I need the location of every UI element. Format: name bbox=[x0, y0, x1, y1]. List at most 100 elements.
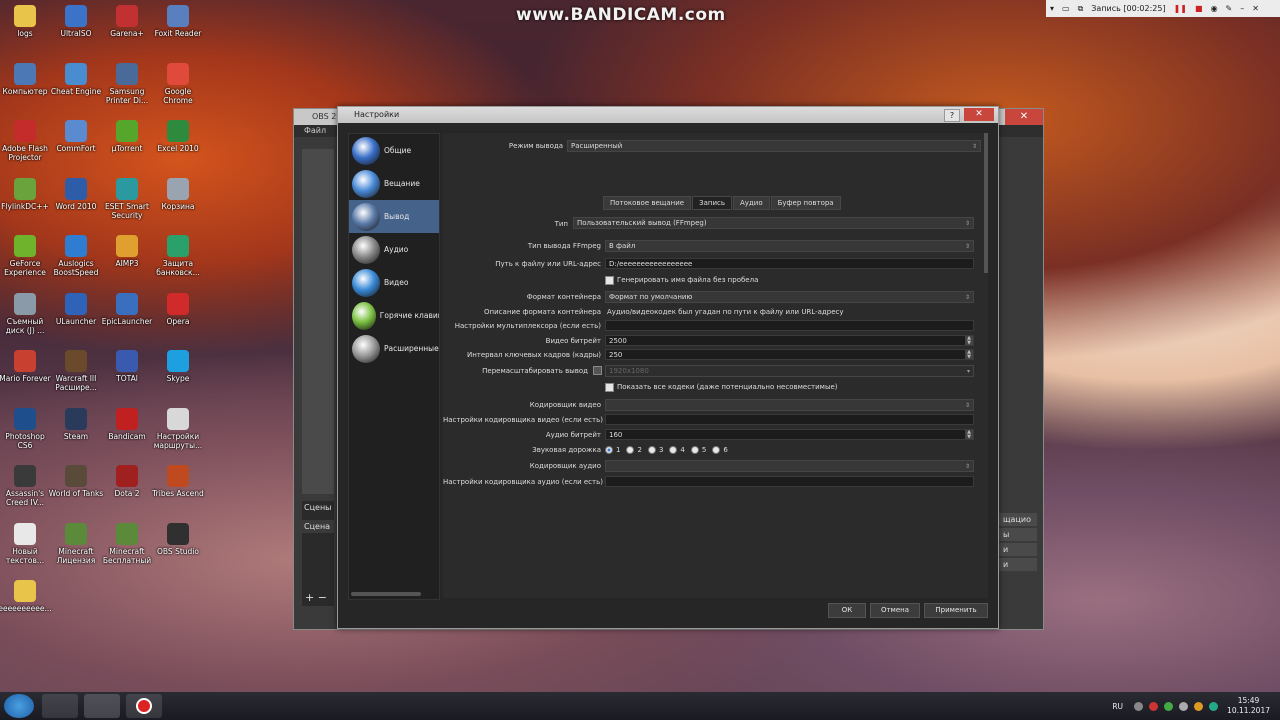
output-mode-select[interactable]: Расширенный ⇕ bbox=[567, 140, 981, 152]
radio-track-3[interactable] bbox=[647, 445, 656, 454]
desktop-icon[interactable]: Auslogics BoostSpeed bbox=[48, 235, 104, 277]
desktop-icon[interactable]: Foxit Reader bbox=[150, 5, 206, 38]
desktop-icon[interactable]: GeForce Experience bbox=[0, 235, 53, 277]
radio-track-5[interactable] bbox=[690, 445, 699, 454]
content-scrollbar[interactable] bbox=[984, 133, 988, 273]
radio-track-1[interactable] bbox=[605, 445, 613, 454]
taskbar-obs-icon[interactable] bbox=[84, 694, 120, 718]
sidebar-item[interactable]: Расширенные bbox=[349, 332, 439, 365]
tab-replay-buffer[interactable]: Буфер повтора bbox=[770, 196, 841, 210]
desktop-icon[interactable]: Съемный диск (J) ... bbox=[0, 292, 53, 335]
ok-button[interactable]: ОК bbox=[828, 603, 866, 618]
minimize-icon[interactable]: – bbox=[1240, 4, 1244, 13]
bandicam-tray-icon[interactable] bbox=[1149, 701, 1159, 711]
desktop-icon[interactable]: Google Chrome bbox=[150, 62, 206, 105]
add-scene-icon[interactable]: + − bbox=[305, 591, 327, 604]
desktop-icon[interactable]: AIMP3 bbox=[99, 235, 155, 268]
scene-item[interactable]: Сцена bbox=[302, 520, 334, 533]
network-icon[interactable] bbox=[1134, 701, 1144, 711]
desktop-icon[interactable]: Steam bbox=[48, 407, 104, 441]
close-icon[interactable]: ✕ bbox=[1252, 4, 1259, 13]
desktop-icon[interactable]: Excel 2010 bbox=[150, 120, 206, 153]
desktop-icon[interactable]: EpicLauncher bbox=[99, 292, 155, 326]
taskbar-explorer-icon[interactable] bbox=[42, 694, 78, 718]
cancel-button[interactable]: Отмена bbox=[870, 603, 920, 618]
sidebar-item[interactable]: Вещание bbox=[349, 167, 439, 200]
radio-track-4[interactable] bbox=[669, 445, 678, 454]
desktop-icon[interactable]: Cheat Engine bbox=[48, 62, 104, 96]
volume-icon[interactable] bbox=[1179, 701, 1189, 711]
ffmpeg-type-select[interactable]: В файл ⇕ bbox=[605, 240, 974, 252]
desktop-icon[interactable]: Assassin's Creed IV... bbox=[0, 465, 53, 507]
mux-input[interactable] bbox=[605, 320, 974, 331]
desktop-icon[interactable]: Компьютер bbox=[0, 62, 53, 96]
fullscreen-icon[interactable]: ⧉ bbox=[1078, 4, 1084, 14]
aencoder-select[interactable]: ⇕ bbox=[605, 460, 974, 472]
camera-icon[interactable]: ◉ bbox=[1211, 4, 1218, 13]
desktop-icon[interactable]: OBS Studio bbox=[150, 522, 206, 556]
controls-item[interactable]: ы bbox=[999, 528, 1037, 541]
vencoder-select[interactable]: ⇕ bbox=[605, 399, 974, 411]
vbitrate-input[interactable]: 2500 ▲ ▼ bbox=[605, 335, 974, 346]
window-icon[interactable]: ▭ bbox=[1062, 4, 1070, 13]
desktop-icon[interactable]: Photoshop CS6 bbox=[0, 407, 53, 450]
desktop-icon[interactable]: Dota 2 bbox=[99, 465, 155, 498]
desktop-icon[interactable]: Skype bbox=[150, 350, 206, 383]
tab-recording[interactable]: Запись bbox=[692, 196, 732, 210]
desktop-icon[interactable]: Garena+ bbox=[99, 5, 155, 38]
spinner-icon[interactable]: ▲ ▼ bbox=[965, 336, 973, 346]
desktop-icon[interactable]: Корзина bbox=[150, 177, 206, 211]
vencoder-settings-input[interactable] bbox=[605, 414, 974, 425]
desktop-icon[interactable]: µTorrent bbox=[99, 120, 155, 153]
desktop-icon[interactable]: Adobe Flash Projector bbox=[0, 120, 53, 162]
show-all-codecs-checkbox[interactable] bbox=[605, 383, 614, 392]
flag-icon[interactable] bbox=[1194, 701, 1204, 711]
desktop-icon[interactable]: Minecraft Лицензия bbox=[48, 522, 104, 565]
sidebar-item[interactable]: Вывод bbox=[349, 200, 439, 233]
torrent-tray-icon[interactable] bbox=[1164, 701, 1174, 711]
desktop-icon[interactable]: CommFort bbox=[48, 120, 104, 153]
keyint-input[interactable]: 250 ▲ ▼ bbox=[605, 349, 974, 360]
desktop-icon[interactable]: TOTAl bbox=[99, 350, 155, 383]
desktop-icon[interactable]: ULauncher bbox=[48, 292, 104, 326]
sidebar-item[interactable]: Общие bbox=[349, 134, 439, 167]
desktop-icon[interactable]: Minecraft Бесплатный bbox=[99, 522, 155, 565]
desktop-icon[interactable]: Настройки маршруты... bbox=[150, 407, 206, 450]
security-tray-icon[interactable] bbox=[1209, 701, 1219, 711]
close-button[interactable]: ✕ bbox=[964, 108, 994, 121]
desktop-icon[interactable]: Bandicam bbox=[99, 407, 155, 441]
start-button[interactable] bbox=[4, 694, 34, 718]
desktop-icon[interactable]: World of Tanks bbox=[48, 465, 104, 498]
obs-close-button[interactable]: ✕ bbox=[1005, 109, 1043, 125]
sidebar-scrollbar[interactable] bbox=[351, 592, 421, 596]
container-select[interactable]: Формат по умолчанию ⇕ bbox=[605, 291, 974, 303]
aencoder-settings-input[interactable] bbox=[605, 476, 974, 487]
sidebar-item[interactable]: Видео bbox=[349, 266, 439, 299]
tab-streaming[interactable]: Потоковое вещание bbox=[603, 196, 692, 210]
taskbar-bandicam-icon[interactable] bbox=[126, 694, 162, 718]
pen-icon[interactable]: ✎ bbox=[1226, 4, 1233, 13]
desktop-icon[interactable]: Warcraft III Расшире... bbox=[48, 350, 104, 392]
radio-track-2[interactable] bbox=[626, 445, 635, 454]
rescale-select[interactable]: 1920x1080 ▾ bbox=[605, 365, 974, 377]
help-button[interactable]: ? bbox=[944, 109, 960, 122]
desktop-icon[interactable]: FlylinkDC++ bbox=[0, 177, 53, 211]
pause-icon[interactable]: ❚❚ bbox=[1174, 4, 1187, 13]
desktop-icon[interactable]: Opera bbox=[150, 292, 206, 326]
desktop-icon[interactable]: Новый текстов... bbox=[0, 522, 53, 565]
desktop-icon[interactable]: Tribes Ascend bbox=[150, 465, 206, 498]
sidebar-item[interactable]: Аудио bbox=[349, 233, 439, 266]
controls-item[interactable]: и bbox=[999, 558, 1037, 571]
desktop-icon[interactable]: ESET Smart Security bbox=[99, 177, 155, 220]
gen-name-checkbox[interactable] bbox=[605, 276, 614, 285]
desktop-icon[interactable]: Mario Forever bbox=[0, 350, 53, 383]
path-input[interactable]: D:/eeeeeeeeeeeeeeeee bbox=[605, 258, 974, 269]
clock[interactable]: 15:49 10.11.2017 bbox=[1227, 696, 1270, 716]
desktop-icon[interactable]: logs bbox=[0, 5, 53, 38]
apply-button[interactable]: Применить bbox=[924, 603, 988, 618]
desktop-icon[interactable]: UltraISO bbox=[48, 5, 104, 38]
radio-track-6[interactable] bbox=[712, 445, 721, 454]
spinner-icon[interactable]: ▲ ▼ bbox=[965, 350, 973, 360]
rescale-checkbox[interactable] bbox=[593, 366, 602, 375]
tab-audio[interactable]: Аудио bbox=[733, 196, 770, 210]
